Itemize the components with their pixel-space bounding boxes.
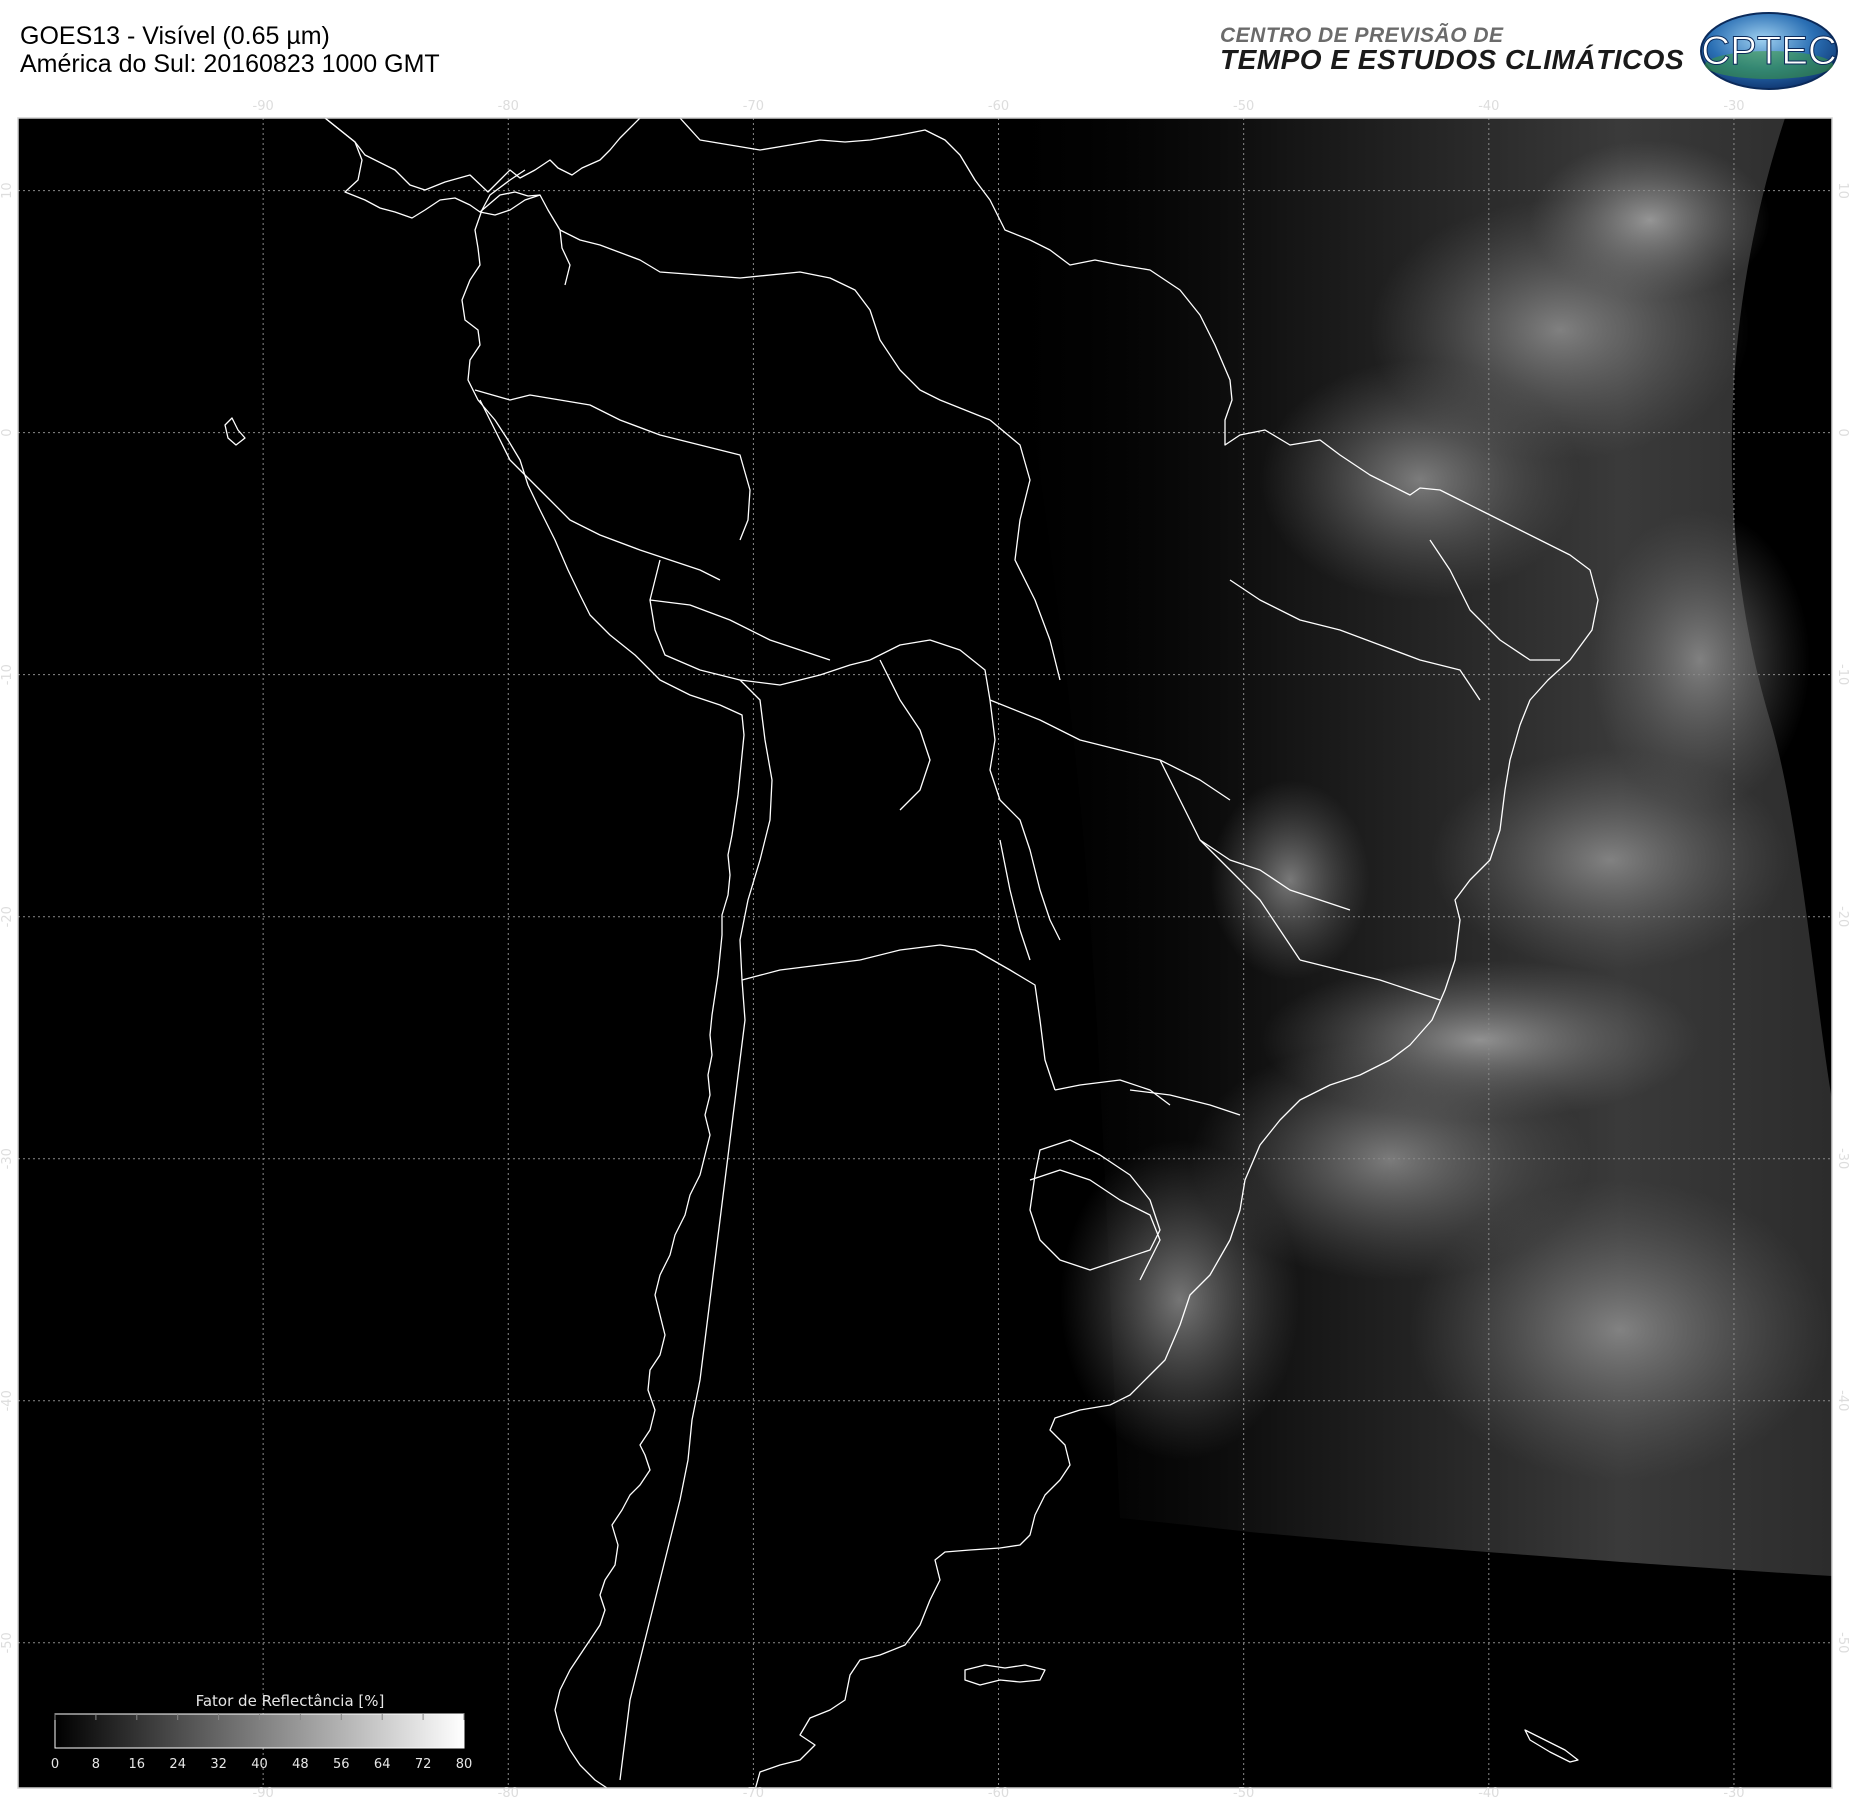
image-subtitle: América do Sul: 20160823 1000 GMT — [20, 50, 440, 78]
latitude-tick-label: -40 — [0, 1390, 15, 1411]
longitude-tick-label: -40 — [1478, 1786, 1499, 1800]
longitude-tick-label: -60 — [988, 100, 1009, 114]
latitude-tick-label: -10 — [1835, 664, 1850, 685]
longitude-tick-label: -90 — [253, 1786, 274, 1800]
colorbar-label: 32 — [210, 1757, 227, 1772]
colorbar-label: 48 — [292, 1757, 309, 1772]
colorbar-label: 8 — [92, 1757, 100, 1772]
colorbar-label: 72 — [415, 1757, 432, 1772]
latitude-tick-label: -30 — [1835, 1148, 1850, 1169]
latitude-tick-label: 0 — [0, 428, 15, 436]
latitude-tick-label: -50 — [1835, 1632, 1850, 1653]
longitude-tick-label: -40 — [1478, 100, 1499, 114]
colorbar-title: Fator de Reflectância [%] — [196, 1692, 385, 1710]
colorbar-label: 40 — [251, 1757, 268, 1772]
satellite-map: -90 -80 -70 -60 -50 -40 -30 -90 -80 -70 -60 -50 -40… — [0, 100, 1850, 1800]
latitude-tick-label: -20 — [0, 906, 15, 927]
longitude-tick-label: -30 — [1723, 1786, 1744, 1800]
organization-name-line2: TEMPO E ESTUDOS CLIMÁTICOS — [1220, 44, 1685, 75]
latitude-tick-label: 10 — [0, 182, 15, 199]
latitude-labels-left: 10 0 -10 -20 -30 -40 -50 — [0, 182, 15, 1653]
latitude-labels-right: 10 0 -10 -20 -30 -40 -50 — [1835, 182, 1850, 1653]
longitude-tick-label: -80 — [498, 100, 519, 114]
colorbar-label: 24 — [169, 1757, 186, 1772]
latitude-tick-label: -10 — [0, 664, 15, 685]
latitude-tick-label: -20 — [1835, 906, 1850, 927]
latitude-tick-label: 10 — [1835, 182, 1850, 199]
image-title: GOES13 - Visível (0.65 µm) — [20, 22, 330, 50]
longitude-tick-label: -60 — [988, 1786, 1009, 1800]
logo-text: CPTEC — [1701, 29, 1837, 73]
header: GOES13 - Visível (0.65 µm) América do Su… — [0, 0, 1850, 100]
longitude-tick-label: -80 — [498, 1786, 519, 1800]
latitude-tick-label: -40 — [1835, 1390, 1850, 1411]
map-canvas: -90 -80 -70 -60 -50 -40 -30 -90 -80 -70 -60 -50 -40… — [0, 100, 1850, 1800]
longitude-tick-label: -70 — [743, 100, 764, 114]
longitude-tick-label: -70 — [743, 1786, 764, 1800]
longitude-tick-label: -30 — [1723, 100, 1744, 114]
longitude-labels-top: -90 -80 -70 -60 -50 -40 -30 — [253, 100, 1745, 114]
latitude-tick-label: -50 — [0, 1632, 15, 1653]
colorbar-label: 16 — [129, 1757, 146, 1772]
colorbar-label: 80 — [456, 1757, 473, 1772]
cptec-logo: CPTEC — [1700, 12, 1838, 90]
longitude-tick-label: -50 — [1233, 100, 1254, 114]
colorbar-label: 64 — [374, 1757, 391, 1772]
latitude-tick-label: -30 — [0, 1148, 15, 1169]
latitude-tick-label: 0 — [1835, 428, 1850, 436]
colorbar-label: 56 — [333, 1757, 350, 1772]
longitude-tick-label: -50 — [1233, 1786, 1254, 1800]
longitude-tick-label: -90 — [253, 100, 274, 114]
colorbar-label: 0 — [51, 1757, 59, 1772]
